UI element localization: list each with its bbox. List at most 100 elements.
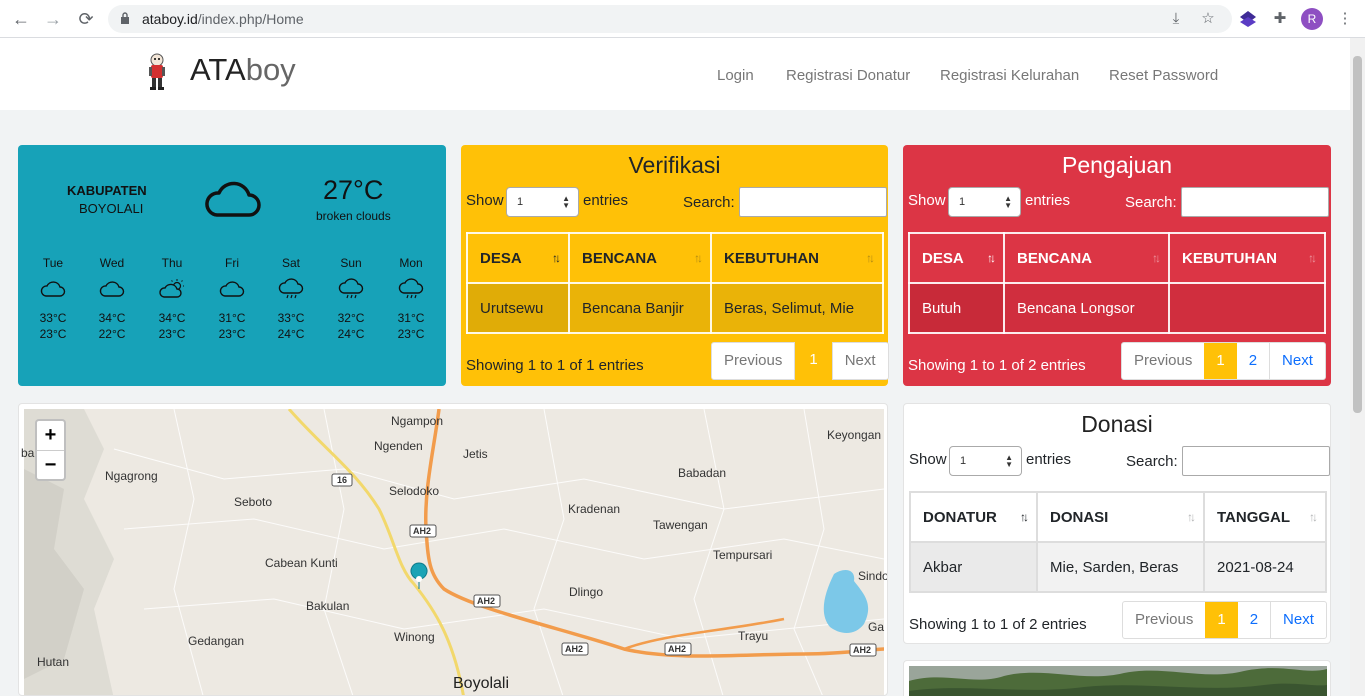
pagination-previous[interactable]: Previous — [1123, 602, 1205, 638]
pagination-page-active[interactable]: 1 — [1205, 602, 1238, 638]
svg-text:AH2: AH2 — [565, 644, 583, 654]
address-bar[interactable]: ataboy.id/index.php/Home ⤓ ☆ — [108, 5, 1232, 33]
forecast-low: 23°C — [39, 327, 67, 341]
map-place-label: Bakulan — [306, 599, 350, 613]
forecast-day: Sun 32°C 24°C — [331, 256, 371, 341]
forward-icon[interactable]: → — [43, 9, 63, 29]
column-header-label: DONASI — [1050, 508, 1109, 526]
column-header[interactable]: TANGGAL ↑↓ — [1203, 491, 1327, 543]
table-info: Showing 1 to 1 of 2 entries — [908, 357, 1086, 374]
zoom-in-button[interactable]: + — [37, 421, 64, 450]
url-text: ataboy.id/index.php/Home — [142, 11, 304, 27]
pagination-page[interactable]: 2 — [1238, 602, 1272, 638]
browser-menu-icon[interactable]: ⋮ — [1335, 9, 1355, 29]
bookmark-star-icon[interactable]: ☆ — [1198, 9, 1218, 29]
column-header[interactable]: KEBUTUHAN ↑↓ — [710, 232, 884, 284]
forecast-low: 24°C — [277, 327, 305, 341]
rain-cloud-icon — [278, 278, 304, 299]
pagination-next[interactable]: Next — [1271, 602, 1326, 638]
table-row: Urutsewu Bencana Banjir Beras, Selimut, … — [466, 282, 884, 334]
column-header[interactable]: DONATUR ↑↓ — [909, 491, 1038, 543]
search-input[interactable] — [1182, 446, 1330, 476]
weather-card: KABUPATEN BOYOLALI 27°C broken clouds Tu… — [18, 145, 446, 386]
brand-title[interactable]: ATAboy — [190, 52, 296, 88]
column-header[interactable]: BENCANA ↑↓ — [568, 232, 712, 284]
map-place-label: Dlingo — [569, 585, 604, 599]
forecast-high: 32°C — [337, 311, 365, 325]
page-scrollbar[interactable] — [1350, 38, 1365, 696]
brand-light: boy — [245, 52, 296, 87]
sort-asc-icon: ↑↓ — [1020, 510, 1029, 524]
rain-cloud-icon — [398, 278, 424, 299]
column-header[interactable]: KEBUTUHAN ↑↓ — [1168, 232, 1326, 284]
nav-reset-password[interactable]: Reset Password — [1109, 67, 1218, 84]
entries-label: entries — [583, 192, 629, 209]
browser-toolbar: ← → ⟳ ataboy.id/index.php/Home ⤓ ☆ ✚ R ⋮ — [0, 0, 1365, 38]
nav-registrasi-donatur[interactable]: Registrasi Donatur — [786, 67, 910, 84]
pagination-previous[interactable]: Previous — [711, 342, 796, 380]
sort-icon: ↑↓ — [866, 251, 875, 265]
sort-icon: ↑↓ — [1187, 510, 1196, 524]
forecast-day: Thu 34°C 23°C — [152, 256, 192, 341]
entries-length-select[interactable]: 1 ▲ ▼ — [506, 187, 579, 217]
install-app-icon[interactable]: ⤓ — [1166, 9, 1186, 29]
column-header[interactable]: DESA ↑↓ — [908, 232, 1005, 284]
pagination-previous[interactable]: Previous — [1122, 343, 1204, 379]
pagination-page[interactable]: 2 — [1237, 343, 1271, 379]
table-cell — [1168, 282, 1326, 334]
entries-length-select[interactable]: 1 ▲ ▼ — [948, 187, 1021, 217]
map-place-label: Ngenden — [374, 439, 423, 453]
forecast-high: 34°C — [158, 311, 186, 325]
show-label: Show — [466, 192, 504, 209]
entries-length-select[interactable]: 1 ▲ ▼ — [949, 446, 1022, 476]
table-cell: Bencana Banjir — [568, 282, 712, 334]
svg-text:AH2: AH2 — [477, 596, 495, 606]
weather-description: broken clouds — [316, 209, 391, 223]
scrollbar-thumb[interactable] — [1353, 56, 1362, 413]
nav-registrasi-kelurahan[interactable]: Registrasi Kelurahan — [940, 67, 1079, 84]
zoom-out-button[interactable]: − — [37, 450, 64, 479]
table-cell: 2021-08-24 — [1203, 541, 1327, 593]
profile-avatar[interactable]: R — [1301, 8, 1323, 30]
pagination: Previous 1 2 Next — [1122, 601, 1327, 639]
column-header-label: BENCANA — [582, 249, 657, 267]
pagination-page-active[interactable]: 1 — [1204, 343, 1237, 379]
map-place-label: ba — [21, 446, 35, 460]
column-header-label: BENCANA — [1017, 249, 1092, 267]
column-header-label: DESA — [922, 249, 964, 267]
search-input[interactable] — [739, 187, 887, 217]
column-header-label: DESA — [480, 249, 522, 267]
sort-asc-icon: ↑↓ — [552, 251, 561, 265]
pagination-next[interactable]: Next — [831, 342, 889, 380]
layers-icon — [1240, 11, 1256, 27]
reload-icon[interactable]: ⟳ — [76, 9, 96, 29]
pagination: Previous 1 Next — [711, 342, 889, 380]
back-icon[interactable]: ← — [11, 9, 31, 29]
column-header[interactable]: BENCANA ↑↓ — [1003, 232, 1170, 284]
extension-app-icon[interactable] — [1238, 9, 1258, 29]
forecast-day-name: Sun — [340, 256, 362, 270]
weather-location-line1: KABUPATEN — [67, 183, 147, 198]
forecast-day: Mon 31°C 23°C — [391, 256, 431, 341]
column-header-label: KEBUTUHAN — [1182, 249, 1277, 267]
forecast-high: 31°C — [218, 311, 246, 325]
forecast-day-name: Fri — [225, 256, 239, 270]
pagination-page[interactable]: 1 — [795, 342, 831, 380]
search-input[interactable] — [1181, 187, 1329, 217]
column-header-label: TANGGAL — [1217, 508, 1291, 526]
cloud-icon — [99, 281, 125, 297]
table-row: Butuh Bencana Longsor — [908, 282, 1326, 334]
nav-login[interactable]: Login — [717, 67, 754, 84]
map-zoom-control: + − — [35, 419, 66, 481]
table-row: Akbar Mie, Sarden, Beras 2021-08-24 — [909, 541, 1327, 593]
entries-length-value: 1 — [959, 196, 966, 208]
brand-bold: ATA — [190, 52, 246, 87]
ataboy-logo[interactable] — [143, 51, 171, 91]
column-header[interactable]: DESA ↑↓ — [466, 232, 570, 284]
extensions-puzzle-icon[interactable]: ✚ — [1270, 9, 1290, 29]
pagination-next[interactable]: Next — [1270, 343, 1325, 379]
svg-text:AH2: AH2 — [668, 644, 686, 654]
column-header[interactable]: DONASI ↑↓ — [1036, 491, 1205, 543]
column-header-label: DONATUR — [923, 508, 997, 526]
forecast-day-name: Sat — [281, 256, 300, 270]
